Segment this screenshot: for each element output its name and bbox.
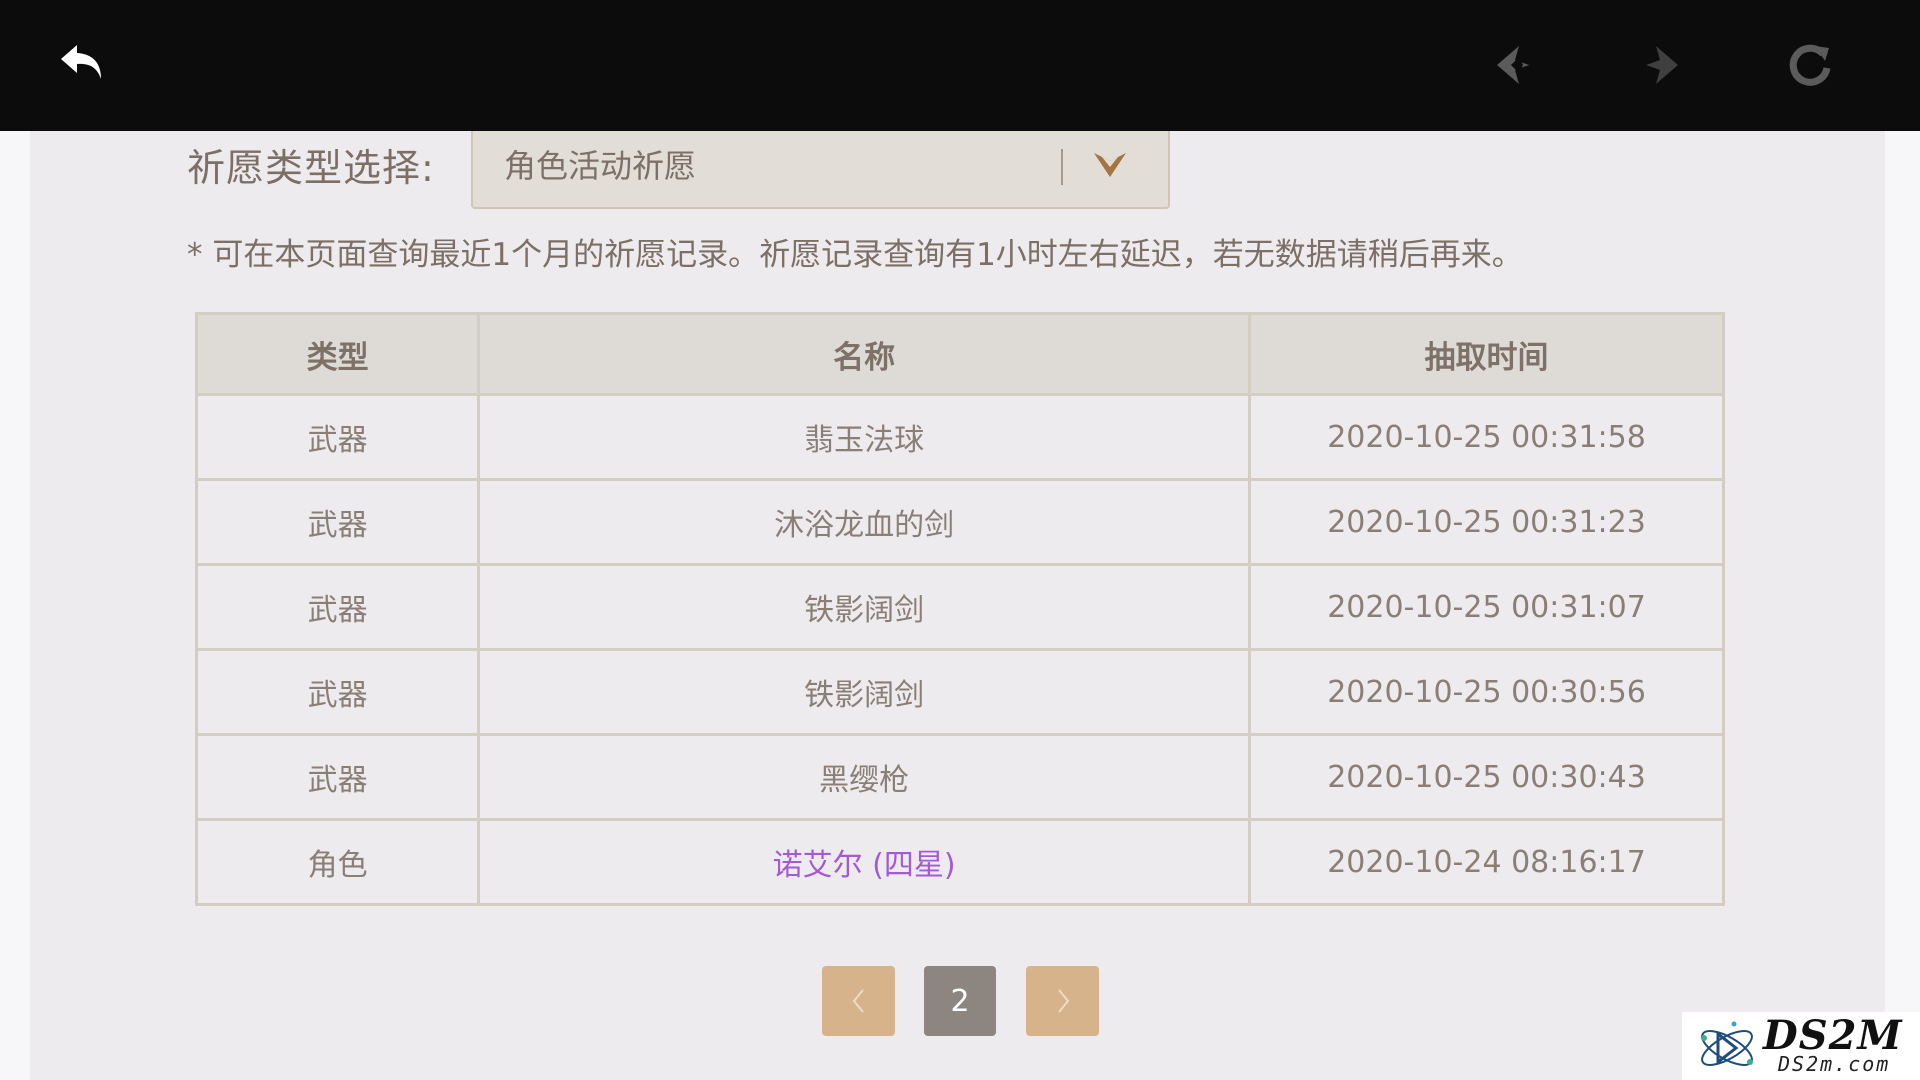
row-name: 翡玉法球 — [477, 393, 1252, 481]
content-panel: 祈愿类型选择: 角色活动祈愿 * 可在本页面查询最近1个月的祈愿记录。祈愿记录查… — [30, 131, 1885, 1080]
header-name: 名称 — [477, 312, 1252, 396]
table-row: 武器 黑缨枪 2020-10-25 00:30:43 — [194, 733, 1725, 821]
row-time: 2020-10-25 00:31:23 — [1248, 478, 1725, 566]
table-row: 武器 铁影阔剑 2020-10-25 00:31:07 — [194, 563, 1725, 651]
pagination-next-button[interactable] — [1026, 966, 1099, 1036]
header-time: 抽取时间 — [1248, 312, 1725, 396]
select-divider — [1061, 149, 1063, 185]
header-type: 类型 — [194, 312, 481, 396]
table-row: 武器 翡玉法球 2020-10-25 00:31:58 — [194, 393, 1725, 481]
refresh-icon — [1789, 44, 1831, 86]
next-page-button[interactable] — [1629, 33, 1693, 97]
table-row: 武器 铁影阔剑 2020-10-25 00:30:56 — [194, 648, 1725, 736]
row-time: 2020-10-25 00:31:07 — [1248, 563, 1725, 651]
row-type: 角色 — [194, 818, 481, 906]
row-type: 武器 — [194, 563, 481, 651]
row-name: 铁影阔剑 — [477, 648, 1252, 736]
diamond-left-arrow-icon — [1497, 46, 1529, 84]
row-type: 武器 — [194, 393, 481, 481]
row-time: 2020-10-25 00:30:56 — [1248, 648, 1725, 736]
atom-logo-icon — [1701, 1021, 1753, 1066]
row-name: 黑缨枪 — [477, 733, 1252, 821]
row-name-four-star: 诺艾尔 (四星) — [477, 818, 1252, 906]
table-row: 武器 沐浴龙血的剑 2020-10-25 00:31:23 — [194, 478, 1725, 566]
wish-type-selected-value: 角色活动祈愿 — [504, 147, 697, 185]
top-bar — [0, 0, 1920, 131]
wish-history-page: 祈愿类型选择: 角色活动祈愿 * 可在本页面查询最近1个月的祈愿记录。祈愿记录查… — [0, 0, 1920, 1080]
watermark-domain: DS2m.com — [1778, 1052, 1891, 1076]
row-name: 铁影阔剑 — [477, 563, 1252, 651]
row-type: 武器 — [194, 478, 481, 566]
site-watermark: DS2M DS2m.com — [1682, 1012, 1920, 1080]
row-name: 沐浴龙血的剑 — [477, 478, 1252, 566]
table-row: 角色 诺艾尔 (四星) 2020-10-24 08:16:17 — [194, 818, 1725, 906]
pagination-prev-button[interactable] — [822, 966, 895, 1036]
chevron-left-icon — [852, 989, 864, 1013]
wish-history-table: 类型 名称 抽取时间 武器 翡玉法球 2020-10-25 00:31:58 武… — [194, 312, 1725, 906]
pagination-current-page[interactable]: 2 — [924, 966, 996, 1036]
wish-type-select[interactable]: 角色活动祈愿 — [471, 131, 1170, 209]
diamond-right-arrow-icon — [1646, 46, 1678, 84]
query-note: * 可在本页面查询最近1个月的祈愿记录。祈愿记录查询有1小时左右延迟，若无数据请… — [187, 237, 1523, 273]
row-time: 2020-10-25 00:30:43 — [1248, 733, 1725, 821]
row-type: 武器 — [194, 733, 481, 821]
previous-page-button[interactable] — [1482, 33, 1546, 97]
back-button[interactable] — [51, 33, 115, 97]
chevron-down-icon — [1094, 153, 1126, 177]
undo-arrow-icon — [61, 45, 101, 79]
table-header-row: 类型 名称 抽取时间 — [194, 312, 1725, 396]
row-type: 武器 — [194, 648, 481, 736]
chevron-right-icon — [1057, 989, 1069, 1013]
refresh-button[interactable] — [1778, 33, 1842, 97]
row-time: 2020-10-25 00:31:58 — [1248, 393, 1725, 481]
row-time: 2020-10-24 08:16:17 — [1248, 818, 1725, 906]
wish-type-label: 祈愿类型选择: — [187, 146, 435, 190]
